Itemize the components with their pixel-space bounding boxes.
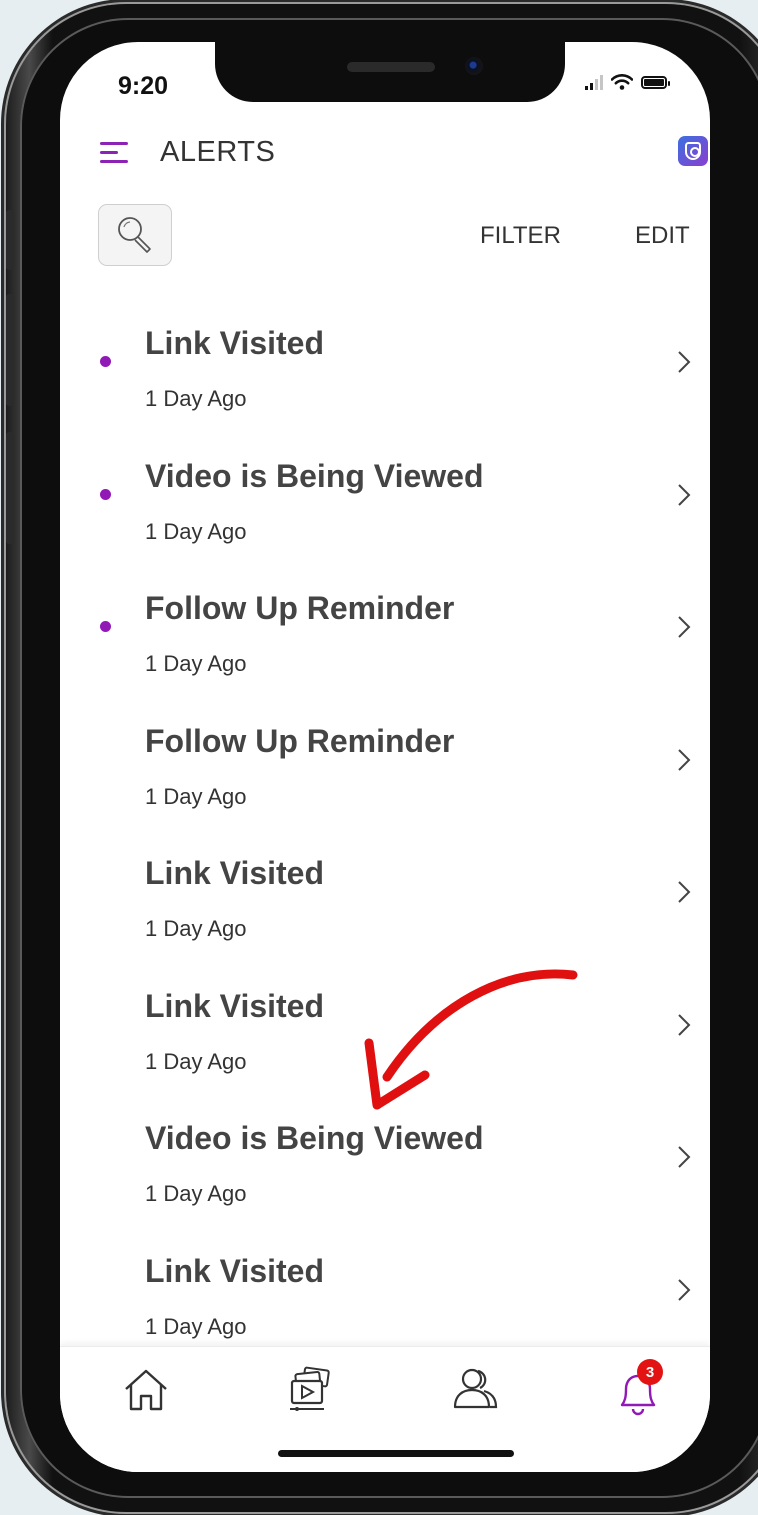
page-title: ALERTS [160,136,276,168]
status-time: 9:20 [118,72,169,100]
red-annotation-arrow [364,969,578,1110]
alert-time: 1 Day Ago [145,1048,247,1074]
alert-time: 1 Day Ago [145,1313,247,1339]
alert-time: 1 Day Ago [145,386,247,411]
chevron-right-icon [678,483,691,506]
volume-up-button [6,294,14,406]
chevron-right-icon [678,616,691,638]
volume-down-button [6,432,14,544]
app-screen: 9:20 ALERTS FILTER EDIT Link Visited 1 D… [60,42,710,1472]
chevron-right-icon [678,351,691,373]
chevron-right-icon [678,1278,691,1301]
search-button[interactable] [98,204,172,266]
front-camera [465,57,483,75]
tab-alerts[interactable]: 3 [610,1359,666,1419]
alert-row[interactable]: Follow Up Reminder 1 Day Ago [60,565,700,698]
alert-row[interactable]: Follow Up Reminder 1 Day Ago [60,698,700,831]
alert-row[interactable]: Link Visited 1 Day Ago [60,1228,700,1361]
alert-list: Link Visited 1 Day Ago Video is Being Vi… [60,300,700,1360]
chevron-right-icon [678,1146,691,1168]
contacts-icon [453,1368,498,1409]
alert-title: Link Visited [145,855,325,891]
notification-count-badge: 3 [637,1359,663,1385]
chevron-right-icon [678,881,691,903]
alert-title: Follow Up Reminder [145,590,455,626]
filter-button[interactable]: FILTER [480,222,561,250]
header: ALERTS [100,134,708,178]
tab-home[interactable] [118,1363,174,1419]
home-icon [125,1369,167,1411]
speaker [347,62,435,72]
alert-time: 1 Day Ago [145,1181,247,1206]
hamburger-menu-icon[interactable] [100,142,128,164]
unread-dot [100,356,111,367]
media-icon [290,1366,330,1411]
alert-time: 1 Day Ago [145,518,247,544]
alert-row[interactable]: Link Visited 1 Day Ago [60,300,700,433]
unread-dot [100,621,111,632]
notch [215,42,565,102]
alert-title: Follow Up Reminder [145,722,455,759]
alert-title: Link Visited [145,325,325,361]
alert-title: Video is Being Viewed [145,1120,484,1156]
app-logo-icon[interactable] [678,136,708,166]
alert-row[interactable]: Link Visited 1 Day Ago [60,830,700,963]
tab-contacts[interactable] [446,1363,502,1419]
unread-dot [100,488,111,500]
alert-title: Link Visited [145,987,325,1024]
chevron-right-icon [678,748,691,771]
alert-time: 1 Day Ago [145,783,247,809]
alert-row[interactable]: Video is Being Viewed 1 Day Ago [60,433,700,566]
chevron-right-icon [678,1013,691,1036]
silent-switch [6,210,14,270]
wifi-icon [611,74,633,90]
battery-icon [641,75,670,89]
alert-time: 1 Day Ago [145,916,247,941]
search-icon [118,217,151,253]
signal-icon [585,74,603,90]
alert-title: Video is Being Viewed [145,457,484,494]
status-icons [585,74,670,90]
alert-time: 1 Day Ago [145,651,247,676]
tab-media[interactable] [282,1363,338,1419]
home-indicator [278,1450,514,1457]
alert-title: Link Visited [145,1252,325,1289]
edit-button[interactable]: EDIT [635,222,690,250]
